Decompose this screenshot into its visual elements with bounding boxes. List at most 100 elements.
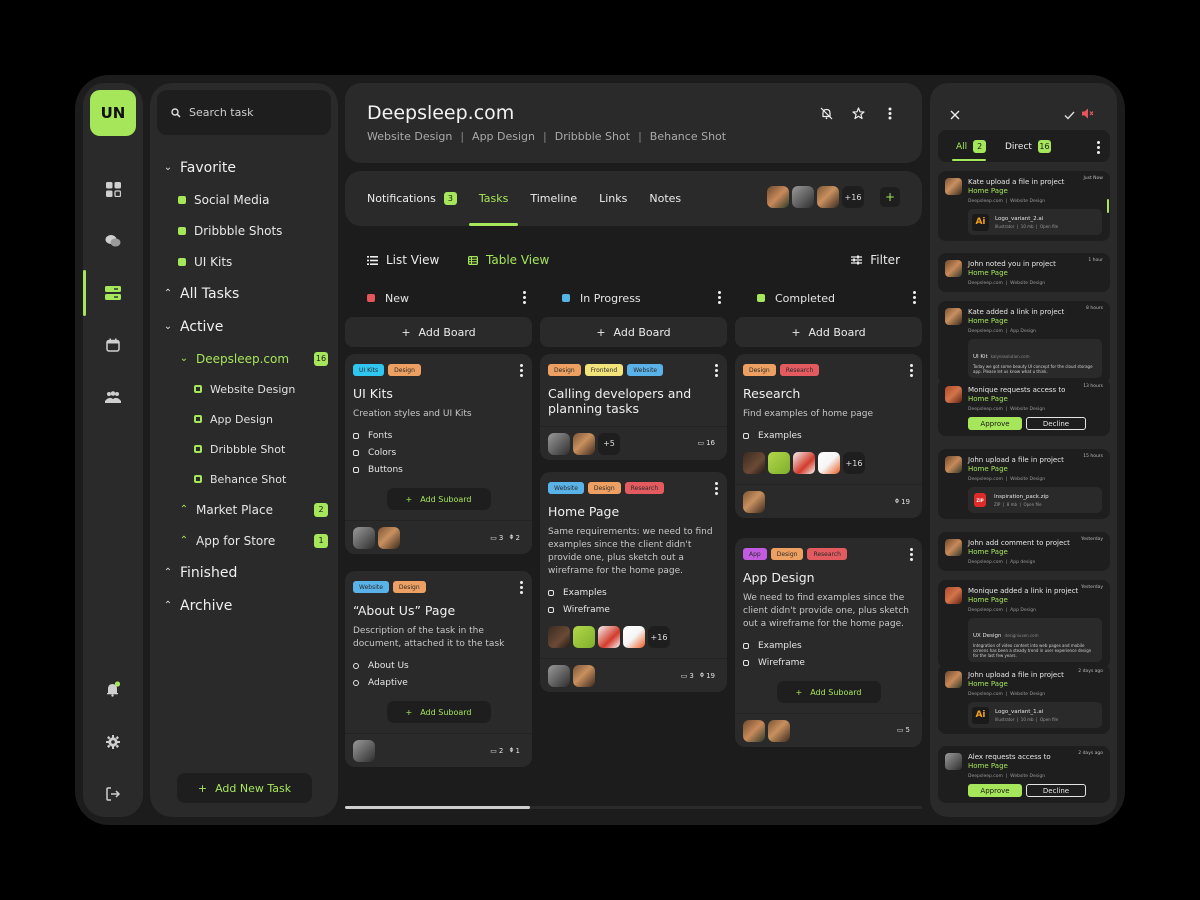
add-board-button[interactable]: + Add Board bbox=[735, 317, 922, 347]
tab-timeline[interactable]: Timeline bbox=[530, 171, 577, 226]
section-active[interactable]: ⌄ Active bbox=[162, 310, 332, 343]
more-vertical-icon[interactable] bbox=[715, 482, 718, 495]
more-images-count[interactable]: +16 bbox=[843, 452, 865, 474]
notification-target-link[interactable]: Home Page bbox=[968, 269, 1102, 278]
notification-item[interactable]: Just Now Kate upload a file in project Hom… bbox=[938, 171, 1110, 241]
checklist-item[interactable]: Buttons bbox=[353, 461, 524, 478]
notification-target-link[interactable]: Home Page bbox=[968, 548, 1102, 557]
favorite-item[interactable]: UI Kits bbox=[162, 246, 332, 277]
table-view-button[interactable]: Table View bbox=[468, 253, 549, 267]
notification-target-link[interactable]: Home Page bbox=[968, 317, 1102, 326]
add-suboard-button[interactable]: + Add Suboard bbox=[386, 488, 491, 510]
more-members-count[interactable]: +5 bbox=[598, 432, 620, 455]
add-suboard-button[interactable]: + Add Suboard bbox=[776, 681, 881, 703]
open-file-link[interactable]: Open file bbox=[1040, 717, 1058, 722]
open-file-link[interactable]: Open file bbox=[1040, 224, 1058, 229]
close-icon[interactable] bbox=[950, 105, 960, 124]
image-thumbnail[interactable] bbox=[743, 452, 765, 474]
gear-icon[interactable] bbox=[101, 730, 125, 754]
favorite-item[interactable]: Dribbble Shots bbox=[162, 215, 332, 246]
checklist-item[interactable]: Examples bbox=[548, 584, 719, 601]
project-app-for-store[interactable]: ⌃ App for Store 1 bbox=[162, 525, 332, 556]
image-thumbnail[interactable] bbox=[768, 452, 790, 474]
list-view-button[interactable]: List View bbox=[367, 253, 439, 267]
task-card-app-design[interactable]: App Design Research App Design We need t… bbox=[735, 538, 922, 747]
calendar-icon[interactable] bbox=[101, 333, 125, 357]
approve-button[interactable]: Approve bbox=[968, 417, 1022, 430]
notification-item[interactable]: 8 hours Kate added a link in project Home … bbox=[938, 301, 1110, 384]
task-card-about-us[interactable]: Website Design “About Us” Page Descripti… bbox=[345, 571, 532, 767]
open-file-link[interactable]: Open file bbox=[1023, 502, 1041, 507]
image-thumbnail[interactable] bbox=[793, 452, 815, 474]
more-vertical-icon[interactable] bbox=[520, 364, 523, 377]
checklist-item[interactable]: About Us bbox=[353, 657, 524, 674]
subproject-item[interactable]: Website Design bbox=[162, 374, 332, 404]
team-avatars[interactable]: +16 bbox=[767, 186, 864, 208]
more-vertical-icon[interactable] bbox=[718, 291, 721, 304]
add-suboard-button[interactable]: + Add Suboard bbox=[386, 701, 491, 723]
image-thumbnail[interactable] bbox=[548, 626, 570, 648]
notification-item[interactable]: 1 hour John noted you in project Home Page… bbox=[938, 253, 1110, 292]
notifications-scrollbar[interactable] bbox=[1107, 199, 1109, 213]
section-favorite[interactable]: ⌄ Favorite bbox=[162, 151, 332, 184]
breadcrumb-item[interactable]: App Design bbox=[472, 130, 535, 143]
tab-notifications[interactable]: Notifications 3 bbox=[367, 171, 457, 226]
notification-item[interactable]: Yesterday Monique added a link in project… bbox=[938, 580, 1110, 668]
more-members-count[interactable]: +16 bbox=[842, 186, 864, 208]
mark-read-check-icon[interactable] bbox=[1064, 105, 1075, 124]
decline-button[interactable]: Decline bbox=[1026, 417, 1086, 430]
add-board-button[interactable]: + Add Board bbox=[345, 317, 532, 347]
bell-off-icon[interactable] bbox=[818, 105, 834, 121]
tab-links[interactable]: Links bbox=[599, 171, 627, 226]
tasks-icon[interactable] bbox=[101, 281, 125, 305]
logout-icon[interactable] bbox=[101, 782, 125, 806]
project-market-place[interactable]: ⌃ Market Place 2 bbox=[162, 494, 332, 525]
checklist-item[interactable]: Adaptive bbox=[353, 674, 524, 691]
tab-tasks[interactable]: Tasks bbox=[468, 171, 520, 226]
more-vertical-icon[interactable] bbox=[913, 291, 916, 304]
checklist-item[interactable]: Examples bbox=[743, 637, 914, 654]
task-card-ui-kits[interactable]: UI Kits Design UI Kits Creation styles a… bbox=[345, 354, 532, 554]
scrollbar-thumb[interactable] bbox=[345, 806, 530, 809]
subproject-item[interactable]: App Design bbox=[162, 404, 332, 434]
notification-item[interactable]: 2 days ago John upload a file in project H… bbox=[938, 664, 1110, 734]
task-card-calling-developers[interactable]: Design Frontend Website Calling develope… bbox=[540, 354, 727, 460]
notification-item[interactable]: 13 hours Monique requests access to Home P… bbox=[938, 379, 1110, 436]
team-icon[interactable] bbox=[101, 385, 125, 409]
decline-button[interactable]: Decline bbox=[1026, 784, 1086, 797]
tab-direct[interactable]: Direct 16 bbox=[1005, 140, 1051, 153]
section-finished[interactable]: ⌃ Finished bbox=[162, 556, 332, 589]
file-attachment[interactable]: Ai Logo_variant_1.ai Illustrator | 10 mb |… bbox=[968, 702, 1102, 728]
image-thumbnail[interactable] bbox=[573, 626, 595, 648]
favorite-item[interactable]: Social Media bbox=[162, 184, 332, 215]
task-card-home-page[interactable]: Website Design Research Home Page Same r… bbox=[540, 472, 727, 692]
breadcrumb-item[interactable]: Dribbble Shot bbox=[555, 130, 630, 143]
breadcrumb-item[interactable]: Website Design bbox=[367, 130, 452, 143]
link-preview[interactable]: UX Design designiuxen.com Integration of v… bbox=[968, 618, 1102, 662]
link-url[interactable]: kalynasolution.com bbox=[991, 354, 1030, 359]
notification-item[interactable]: Yesterday John add comment to project Home… bbox=[938, 532, 1110, 571]
section-all-tasks[interactable]: ⌃ All Tasks bbox=[162, 277, 332, 310]
section-archive[interactable]: ⌃ Archive bbox=[162, 589, 332, 622]
notification-target-link[interactable]: Home Page bbox=[968, 465, 1102, 474]
checklist-item[interactable]: Fonts bbox=[353, 427, 524, 444]
subproject-item[interactable]: Behance Shot bbox=[162, 464, 332, 494]
more-vertical-icon[interactable] bbox=[523, 291, 526, 304]
notification-target-link[interactable]: Home Page bbox=[968, 187, 1102, 196]
notification-target-link[interactable]: Home Page bbox=[968, 596, 1102, 605]
checklist-item[interactable]: Wireframe bbox=[743, 654, 914, 671]
subproject-item[interactable]: Dribbble Shot bbox=[162, 434, 332, 464]
more-vertical-icon[interactable] bbox=[882, 105, 898, 121]
link-preview[interactable]: UI Kit kalynasolution.com Today we got som… bbox=[968, 339, 1102, 378]
checklist-item[interactable]: Wireframe bbox=[548, 601, 719, 618]
approve-button[interactable]: Approve bbox=[968, 784, 1022, 797]
add-new-task-button[interactable]: + Add New Task bbox=[177, 773, 312, 803]
add-board-button[interactable]: + Add Board bbox=[540, 317, 727, 347]
notification-item[interactable]: 15 hours John upload a file in project Hom… bbox=[938, 449, 1110, 519]
more-vertical-icon[interactable] bbox=[715, 364, 718, 377]
user-logo[interactable]: UN bbox=[90, 90, 136, 136]
tab-notes[interactable]: Notes bbox=[649, 171, 681, 226]
checklist-item[interactable]: Colors bbox=[353, 444, 524, 461]
more-vertical-icon[interactable] bbox=[520, 581, 523, 594]
add-member-button[interactable]: + bbox=[880, 187, 900, 207]
